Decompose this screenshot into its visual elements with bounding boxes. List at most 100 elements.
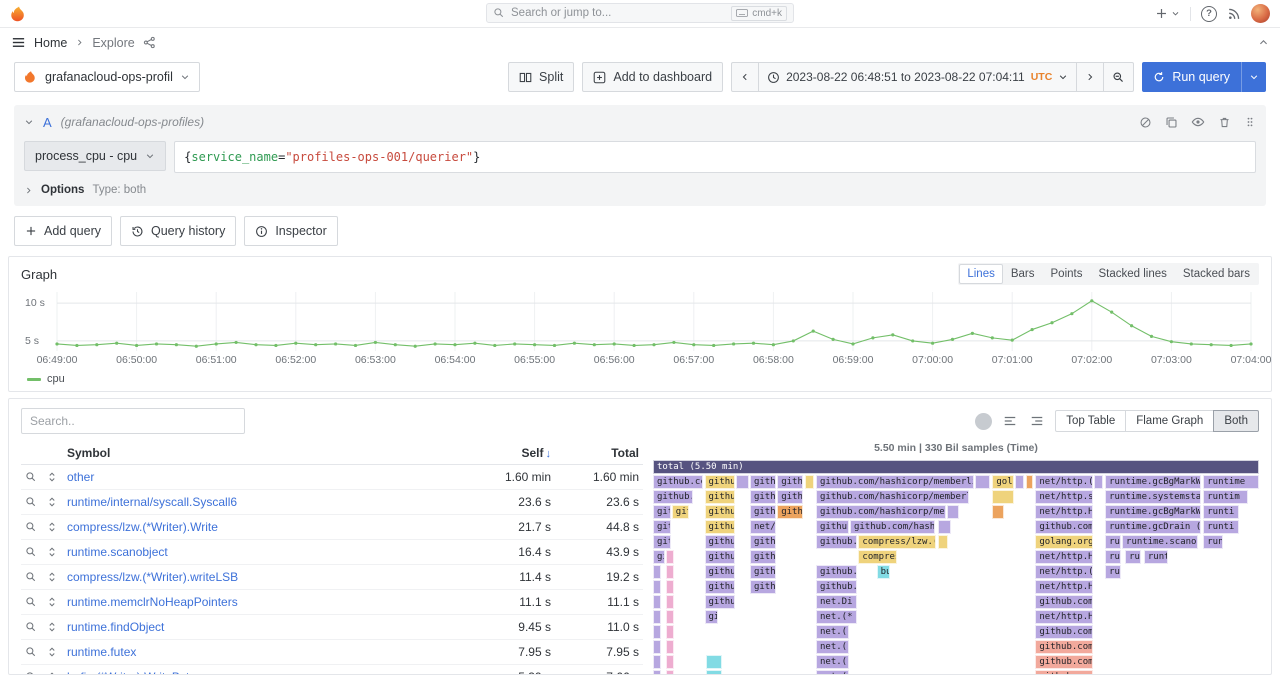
flame-node[interactable] <box>653 610 661 624</box>
run-query-options-caret[interactable] <box>1241 62 1266 92</box>
flame-node[interactable]: githu <box>705 535 735 549</box>
profile-type-selector[interactable]: process_cpu - cpu <box>24 141 166 171</box>
flame-node[interactable]: github.com/hashicorp <box>850 520 935 534</box>
flame-node[interactable]: net/h <box>750 520 776 534</box>
flame-node[interactable] <box>653 670 661 675</box>
flame-view-flame-graph[interactable]: Flame Graph <box>1125 410 1214 432</box>
flame-node[interactable] <box>992 505 1004 519</box>
graph-mode-stacked-lines[interactable]: Stacked lines <box>1090 264 1174 284</box>
flame-node[interactable]: github.co <box>816 580 857 594</box>
symbol-link[interactable]: bufio.(*Writer).WriteByte <box>67 670 465 675</box>
text-align-right-icon-button[interactable] <box>1028 412 1046 430</box>
flame-node[interactable]: github.cc <box>816 520 849 534</box>
share-icon[interactable] <box>143 36 156 49</box>
flame-node[interactable]: net/http.Han <box>1035 580 1093 594</box>
flame-node[interactable]: githu <box>750 535 776 549</box>
flame-node[interactable]: githu <box>777 505 803 519</box>
search-symbol-icon[interactable] <box>25 571 37 583</box>
zoom-out-button[interactable] <box>1103 62 1134 92</box>
flame-node[interactable]: github. <box>653 490 693 504</box>
collapse-section-icon[interactable] <box>1258 37 1269 48</box>
flame-node[interactable] <box>666 655 674 669</box>
flame-node[interactable]: net/http.Han <box>1035 505 1093 519</box>
flame-node[interactable] <box>975 475 990 489</box>
flame-node[interactable]: github.com/hashicorp/memberlist.(* <box>816 475 974 489</box>
help-icon[interactable]: ? <box>1201 6 1217 22</box>
flame-node[interactable] <box>736 475 749 489</box>
flame-node[interactable]: runtime.gcDrain (55.5 <box>1105 520 1201 534</box>
remove-query-icon[interactable] <box>1218 116 1231 129</box>
flame-node[interactable]: run <box>1105 535 1121 549</box>
flame-node[interactable]: githu <box>750 490 776 504</box>
search-symbol-icon[interactable] <box>25 496 37 508</box>
flame-node[interactable]: github.com/g <box>1035 595 1093 609</box>
flame-node[interactable] <box>666 550 674 564</box>
flame-node[interactable]: git <box>672 505 690 519</box>
graph-mode-lines[interactable]: Lines <box>959 264 1003 284</box>
datasource-picker[interactable]: grafanacloud-ops-profil <box>14 62 200 92</box>
flame-node[interactable] <box>992 490 1013 504</box>
column-header-symbol[interactable]: Symbol <box>67 446 465 460</box>
flame-node[interactable]: githu <box>705 505 735 519</box>
inspector-button[interactable]: Inspector <box>244 216 337 246</box>
flame-node[interactable]: githu <box>750 475 776 489</box>
query-expression-input[interactable]: {service_name="profiles-ops-001/querier"… <box>174 141 1256 173</box>
flame-node[interactable]: golang.org/x <box>1035 535 1093 549</box>
grafana-logo[interactable] <box>10 5 28 23</box>
flame-node[interactable]: githu <box>750 580 776 594</box>
sandwich-view-icon[interactable] <box>46 596 58 608</box>
avatar[interactable] <box>1251 4 1270 23</box>
flame-node[interactable]: githu <box>750 565 776 579</box>
sandwich-view-icon[interactable] <box>46 521 58 533</box>
flame-node[interactable]: githu <box>705 565 735 579</box>
flame-node[interactable]: git <box>653 505 671 519</box>
flame-node[interactable]: runtime.gcBgMarkWorke <box>1105 505 1201 519</box>
flame-node[interactable]: total (5.50 min) <box>653 460 1259 474</box>
disable-query-icon[interactable] <box>1139 116 1152 129</box>
flame-node[interactable]: github.com/g <box>1035 520 1093 534</box>
flame-node[interactable]: githu <box>705 580 735 594</box>
menu-toggle-icon[interactable] <box>11 35 26 50</box>
flame-node[interactable]: bu <box>877 565 890 579</box>
flame-node[interactable] <box>666 610 674 624</box>
column-header-self[interactable]: Self↓ <box>465 446 551 460</box>
flame-node[interactable]: net/http.Han <box>1035 610 1093 624</box>
flame-node[interactable]: runtime.gcBgMarkWorke <box>1105 475 1201 489</box>
flame-node[interactable]: runt <box>1144 550 1168 564</box>
flame-node[interactable]: git <box>653 520 671 534</box>
duplicate-query-icon[interactable] <box>1165 116 1178 129</box>
query-ref-id[interactable]: A <box>43 115 52 130</box>
symbol-link[interactable]: runtime.findObject <box>67 620 465 634</box>
hide-response-icon[interactable] <box>1191 115 1205 129</box>
query-options-toggle[interactable]: Options Type: both <box>24 184 146 196</box>
flame-node[interactable]: compres <box>858 550 897 564</box>
flame-node[interactable] <box>666 565 674 579</box>
flame-node[interactable] <box>666 595 674 609</box>
time-back-button[interactable] <box>731 62 759 92</box>
flame-node[interactable]: net.(* <box>816 610 857 624</box>
flame-node[interactable] <box>666 640 674 654</box>
flame-node[interactable]: git <box>653 535 671 549</box>
flame-node[interactable] <box>947 505 959 519</box>
flame-node[interactable]: runtime <box>1203 475 1259 489</box>
sandwich-view-icon[interactable] <box>46 471 58 483</box>
flame-node[interactable] <box>666 625 674 639</box>
flame-node[interactable]: run <box>1203 535 1222 549</box>
flame-node[interactable] <box>653 595 661 609</box>
flame-node[interactable]: githu <box>750 505 776 519</box>
flame-node[interactable] <box>653 625 661 639</box>
timeseries-plot[interactable]: 5 s10 s <box>21 290 1259 354</box>
flame-node[interactable]: gi <box>705 610 718 624</box>
flame-node[interactable] <box>938 520 951 534</box>
flame-node[interactable] <box>1094 475 1102 489</box>
symbol-link[interactable]: runtime.scanobject <box>67 545 465 559</box>
flame-node[interactable] <box>805 475 815 489</box>
symbol-link[interactable]: compress/lzw.(*Writer).writeLSB <box>67 570 465 584</box>
search-symbol-icon[interactable] <box>25 521 37 533</box>
flame-node[interactable]: githu <box>705 475 735 489</box>
symbol-link[interactable]: runtime.futex <box>67 645 465 659</box>
symbol-link[interactable]: compress/lzw.(*Writer).Write <box>67 520 465 534</box>
sandwich-view-icon[interactable] <box>46 671 58 675</box>
graph-mode-stacked-bars[interactable]: Stacked bars <box>1175 264 1258 284</box>
drag-handle-icon[interactable] <box>1244 116 1256 128</box>
